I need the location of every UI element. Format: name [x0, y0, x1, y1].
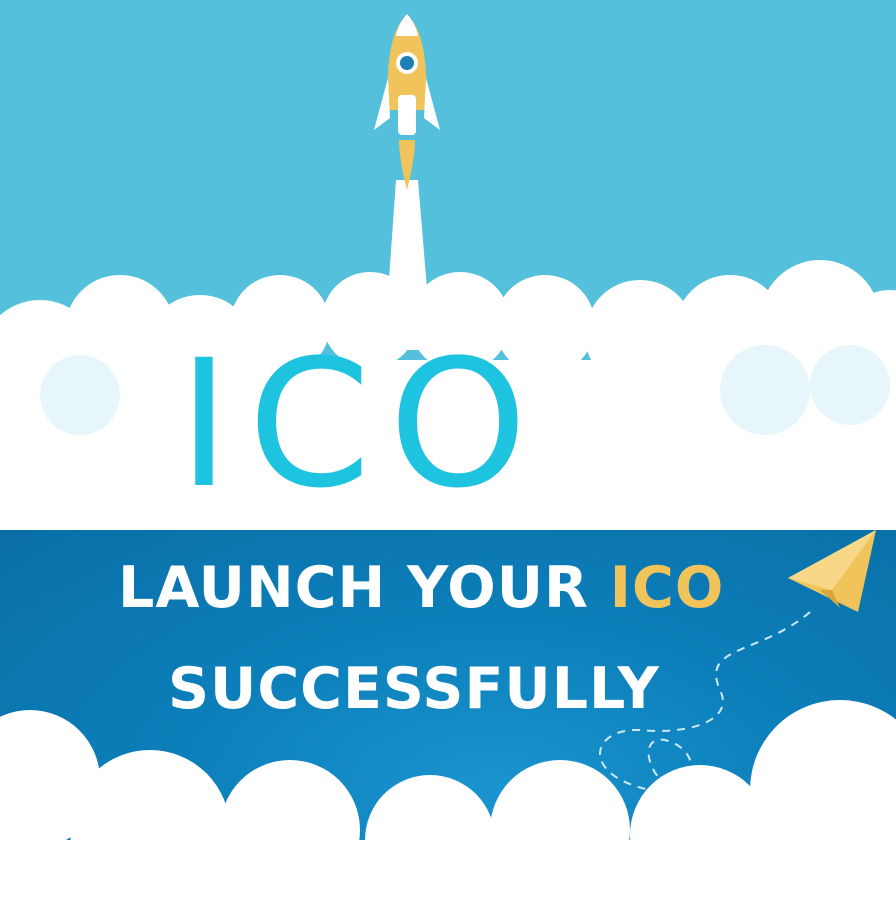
hero-title: ICO [178, 322, 546, 527]
headline-line-1: LAUNCH YOUR ICO [118, 553, 896, 623]
headline-highlight: ICO [609, 555, 725, 621]
lower-clouds [0, 700, 896, 898]
rocket-icon [374, 14, 440, 190]
ico-poster: ICO LAUNCH YOUR ICO SUCCESSFULLY [0, 0, 896, 898]
headline-line-1-text: LAUNCH YOUR [118, 555, 610, 621]
headline-line-2: SUCCESSFULLY [168, 656, 660, 722]
